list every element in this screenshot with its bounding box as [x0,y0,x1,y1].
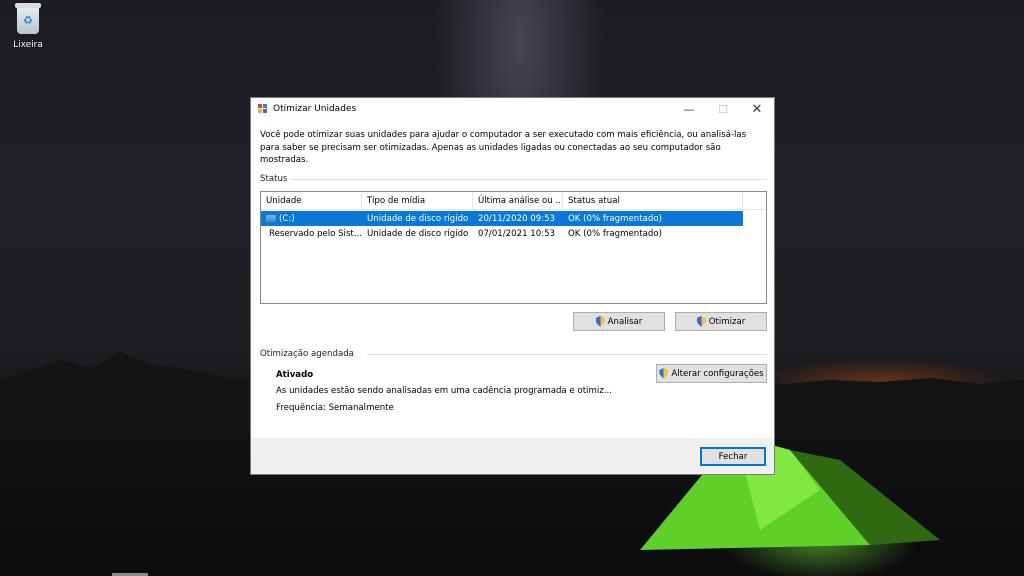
window-title: Otimizar Unidades [273,104,357,114]
drive-name: Reservado pelo Sist... [269,228,362,239]
dialog-footer: Fechar [251,438,774,474]
column-header-media[interactable]: Tipo de mídia [362,192,473,209]
recycle-bin-label: Lixeira [13,40,43,50]
media-cell: Unidade de disco rígido [367,213,469,224]
schedule-section-label: Otimização agendada [260,349,354,359]
status-cell: OK (0% fragmentado) [568,213,662,224]
schedule-state: Ativado [276,370,314,380]
analyze-button-label: Analisar [607,316,643,327]
drives-list-header: Unidade Tipo de mídia Última análise ou … [261,192,766,210]
drive-c-icon [266,215,276,222]
recycle-bin-shortcut[interactable]: ♻ Lixeira [8,3,48,50]
media-cell: Unidade de disco rígido [367,228,469,239]
status-cell: OK (0% fragmentado) [568,228,662,239]
optimize-drives-window: Otimizar Unidades — ☐ ✕ Você pode otimiz… [250,97,775,475]
schedule-divider [367,354,767,355]
schedule-frequency: Frequência: Semanalmente [276,403,394,413]
optimize-button[interactable]: Otimizar [675,312,767,331]
drives-list[interactable]: Unidade Tipo de mídia Última análise ou … [260,191,767,304]
uac-shield-icon [659,368,668,379]
status-divider [291,179,767,180]
close-window-button[interactable]: ✕ [740,98,774,120]
schedule-detail: As unidades estão sendo analisadas em um… [276,386,612,396]
change-settings-button[interactable]: Alterar configurações [656,364,767,383]
drive-name: (C:) [279,213,295,224]
last-run-cell: 20/11/2020 09:53 [478,213,556,224]
recycle-bin-icon: ♻ [15,3,41,34]
maximize-button[interactable]: ☐ [706,98,740,120]
drive-row-reserved[interactable]: Reservado pelo Sist... Unidade de disco … [261,226,743,241]
uac-shield-icon [697,316,706,327]
last-run-cell: 07/01/2021 10:53 [478,228,556,239]
change-settings-label: Alterar configurações [671,368,764,379]
status-section-label: Status [260,174,288,184]
title-bar[interactable]: Otimizar Unidades — ☐ ✕ [251,98,774,120]
defrag-app-icon [258,104,268,114]
optimize-button-label: Otimizar [708,316,746,327]
column-header-status[interactable]: Status atual [563,192,743,209]
analyze-button[interactable]: Analisar [573,312,665,331]
drive-row-c[interactable]: (C:) Unidade de disco rígido 20/11/2020 … [261,211,743,226]
description-text: Você pode otimizar suas unidades para aj… [260,130,747,165]
drive-cell: (C:) [261,211,362,226]
uac-shield-icon [596,316,605,327]
minimize-button[interactable]: — [672,98,706,120]
column-header-drive[interactable]: Unidade [261,192,362,209]
column-header-last-run[interactable]: Última análise ou ... [473,192,563,209]
drive-cell: Reservado pelo Sist... [261,226,362,241]
close-button[interactable]: Fechar [700,447,766,466]
